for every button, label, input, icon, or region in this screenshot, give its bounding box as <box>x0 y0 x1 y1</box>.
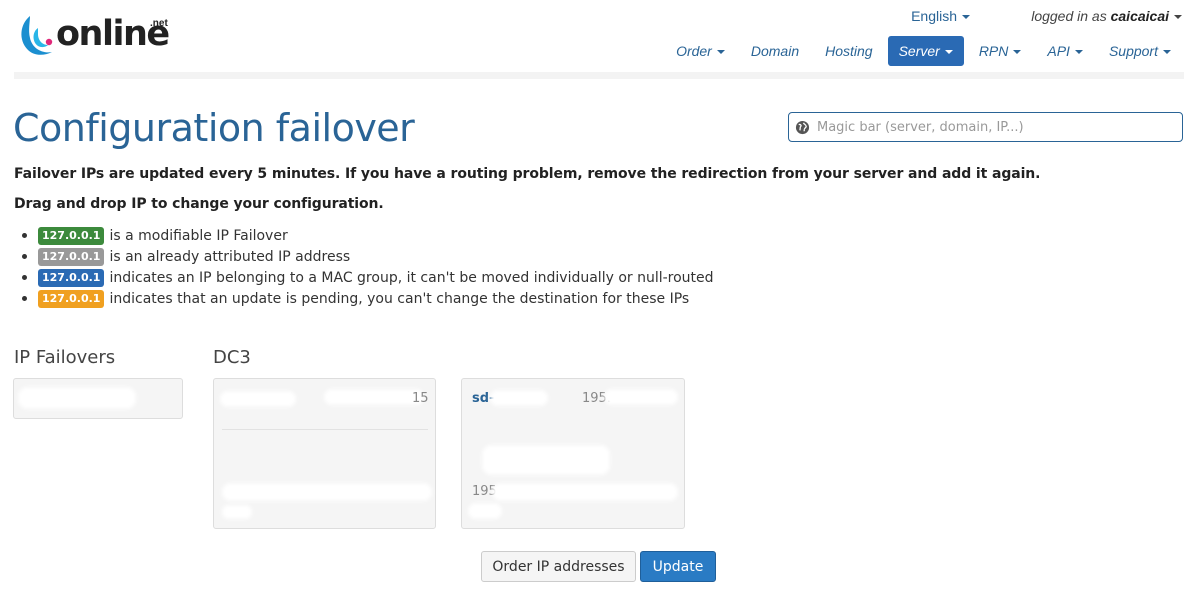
nav-item-api[interactable]: API <box>1036 36 1094 66</box>
online-logo[interactable]: online .net <box>16 10 176 64</box>
update-button[interactable]: Update <box>640 551 716 582</box>
user-menu[interactable]: logged in as caicaicai <box>1031 8 1182 24</box>
nav-item-label: Order <box>676 43 712 59</box>
nav-item-label: Server <box>898 43 940 59</box>
caret-down-icon <box>944 50 953 55</box>
legend-text: indicates an IP belonging to a MAC group… <box>109 269 714 286</box>
legend-text: indicates that an update is pending, you… <box>109 290 690 307</box>
update-notice: Failover IPs are updated every 5 minutes… <box>14 166 1041 182</box>
legend-item-pending: 127.0.0.1 indicates that an update is pen… <box>22 288 714 309</box>
card-divider <box>222 429 428 430</box>
caret-down-icon <box>962 15 970 20</box>
nav-item-label: Hosting <box>825 43 873 59</box>
server-ip-fragment: 15 <box>412 391 429 406</box>
legend-text: is an already attributed IP address <box>109 248 351 265</box>
caret-down-icon <box>1013 50 1022 55</box>
nav-item-label: API <box>1047 43 1070 59</box>
server-card-1[interactable]: 15 <box>213 378 436 529</box>
redacted-server-name <box>490 390 548 406</box>
page-title: Configuration failover <box>13 106 415 150</box>
nav-item-label: RPN <box>978 43 1009 59</box>
logo-suffix: .net <box>150 18 168 29</box>
language-label: English <box>911 8 957 24</box>
server-card-2[interactable]: sd- 195. 195 <box>461 378 685 529</box>
redacted-failover-block <box>482 445 610 475</box>
ip-legend: 127.0.0.1 is a modifiable IP Failover 127… <box>22 225 714 309</box>
magic-bar-input[interactable] <box>817 113 1177 141</box>
nav-item-hosting[interactable]: Hosting <box>814 36 883 66</box>
language-selector[interactable]: English <box>911 8 970 24</box>
redacted-server-ip <box>604 389 678 405</box>
nav-item-label: Support <box>1108 43 1158 59</box>
legend-item-modifiable: 127.0.0.1 is a modifiable IP Failover <box>22 225 714 246</box>
legend-item-attributed: 127.0.0.1 is an already attributed IP add… <box>22 246 714 267</box>
ip-failovers-title: IP Failovers <box>14 347 116 368</box>
username: caicaicai <box>1110 8 1169 24</box>
dc3-title: DC3 <box>213 347 251 368</box>
redacted-failover-ip <box>492 483 678 501</box>
legend-text: is a modifiable IP Failover <box>109 227 288 244</box>
caret-down-icon <box>1174 15 1182 20</box>
header-divider <box>14 72 1184 79</box>
order-ip-button[interactable]: Order IP addresses <box>481 551 636 582</box>
caret-down-icon <box>1074 50 1083 55</box>
logged-prefix: logged in as <box>1031 8 1107 24</box>
logo-swoosh-icon <box>21 16 53 55</box>
nav-item-domain[interactable]: Domain <box>740 36 810 66</box>
redacted-failover-ip <box>468 503 502 519</box>
magic-bar[interactable] <box>788 112 1183 142</box>
main-nav: Order Domain Hosting Server RPN API Supp… <box>665 36 1182 66</box>
redacted-server-ip <box>324 389 424 405</box>
globe-icon <box>795 120 810 135</box>
ip-failover-pool[interactable] <box>13 378 183 419</box>
nav-item-rpn[interactable]: RPN <box>968 36 1033 66</box>
redacted-server-name <box>220 391 296 407</box>
ip-badge-orange: 127.0.0.1 <box>38 289 105 308</box>
redacted-ip <box>18 387 136 409</box>
nav-item-label: Domain <box>750 43 800 59</box>
caret-down-icon <box>1163 50 1171 55</box>
top-links: English logged in as caicaicai <box>782 8 1182 28</box>
legend-item-mac-group: 127.0.0.1 indicates an IP belonging to a … <box>22 267 714 288</box>
ip-badge-green: 127.0.0.1 <box>38 226 105 245</box>
nav-item-order[interactable]: Order <box>665 36 736 66</box>
nav-item-support[interactable]: Support <box>1098 36 1182 66</box>
ip-badge-gray: 127.0.0.1 <box>38 247 105 266</box>
drag-instruction: Drag and drop IP to change your configur… <box>14 196 384 212</box>
ip-badge-blue: 127.0.0.1 <box>38 268 105 287</box>
caret-down-icon <box>716 50 725 55</box>
redacted-failover-ip <box>222 505 252 519</box>
redacted-failover-ip <box>222 483 432 501</box>
nav-item-server[interactable]: Server <box>887 36 964 66</box>
